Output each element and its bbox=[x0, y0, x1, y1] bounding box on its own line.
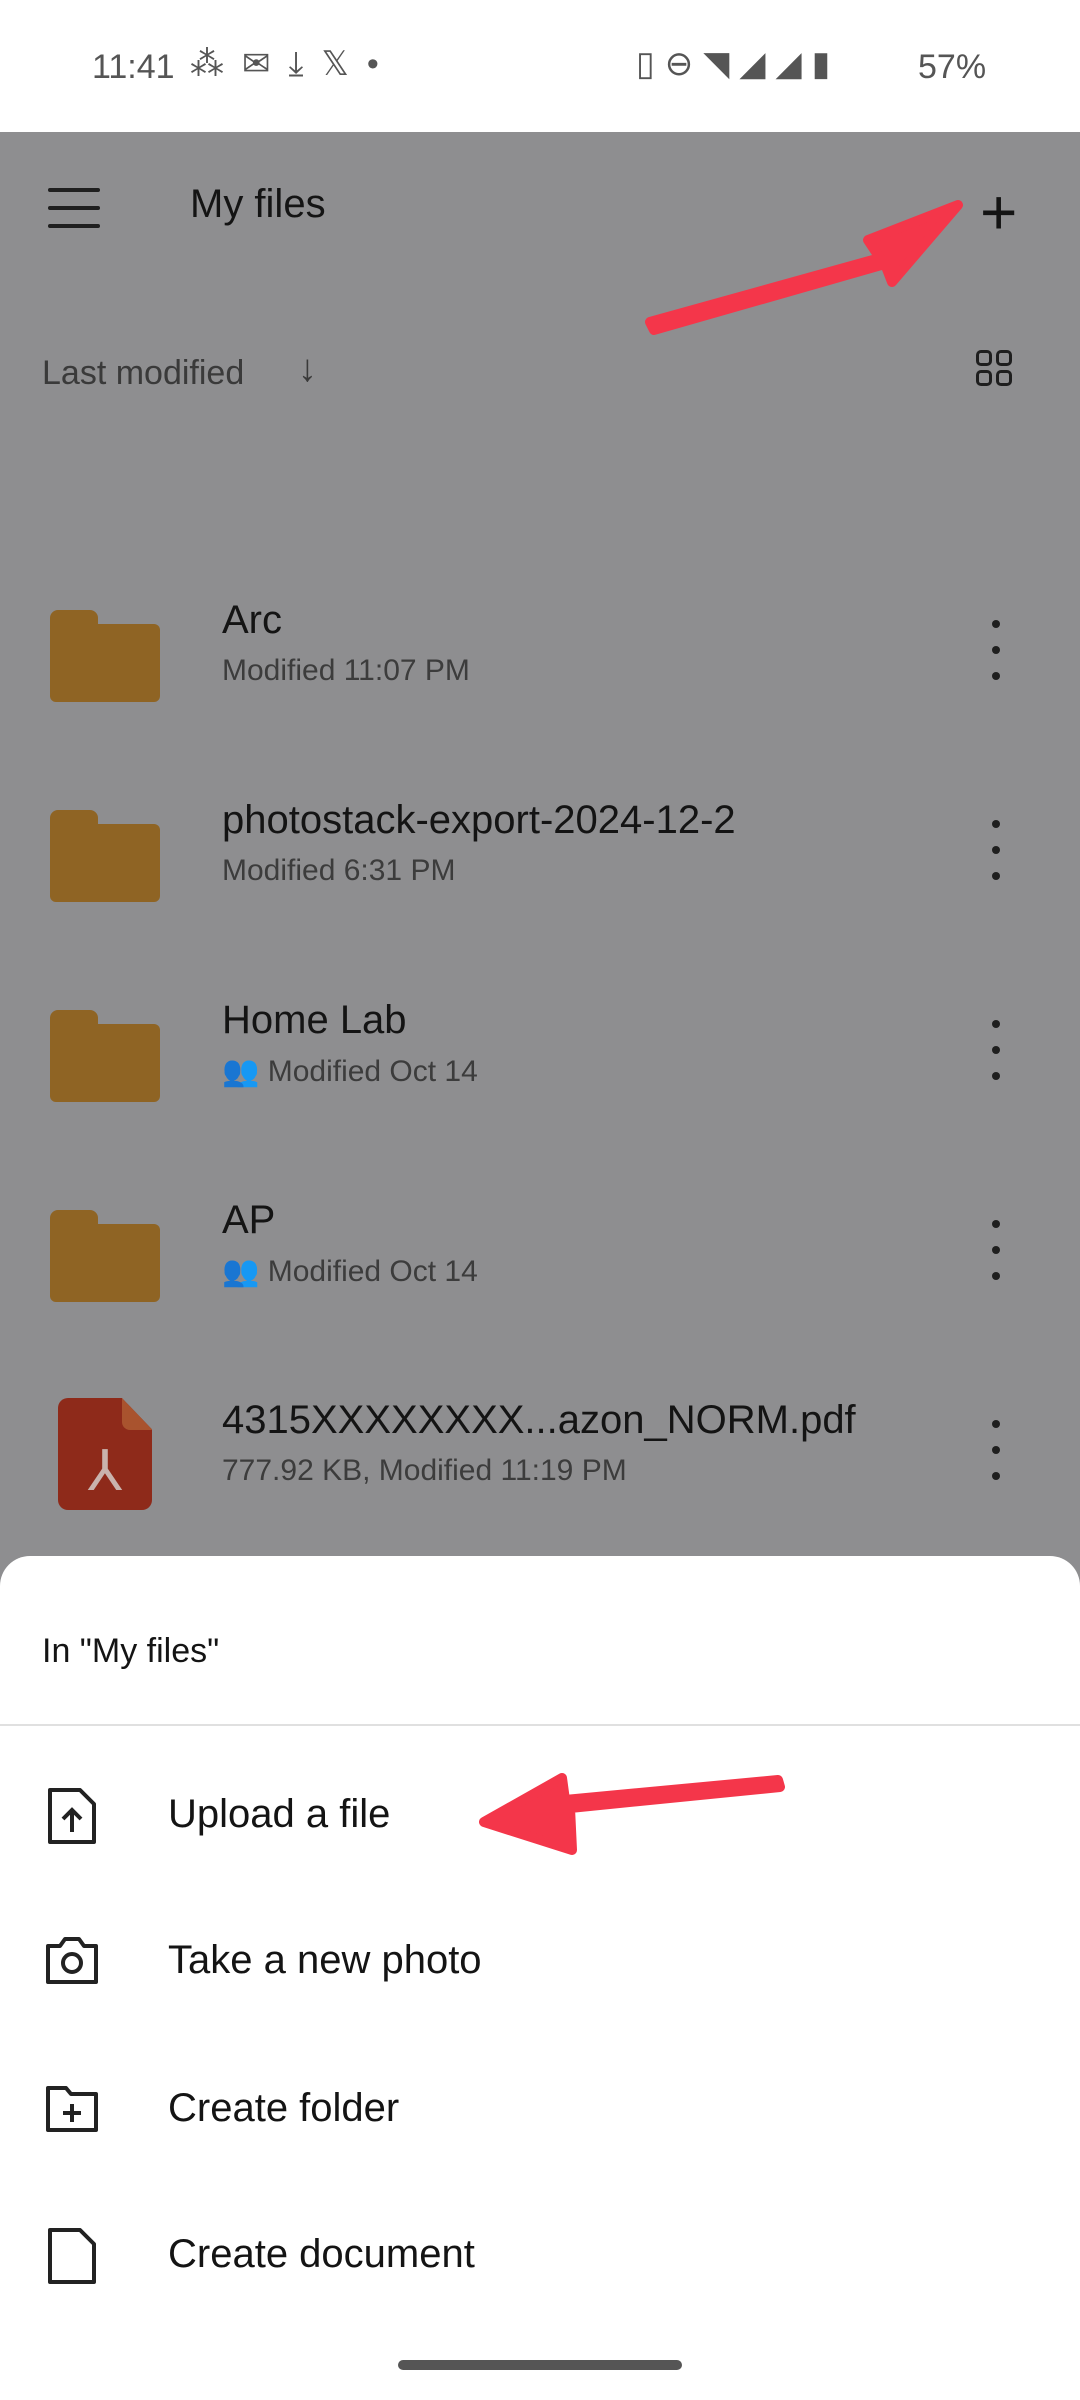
file-row[interactable]: ⅄ 4315XXXXXXXX...azon_NORM.pdf 777.92 KB, … bbox=[0, 1380, 1080, 1580]
folder-icon bbox=[50, 610, 160, 702]
file-meta: 👥 Modified Oct 14 bbox=[222, 1054, 478, 1089]
status-bar: 11:41 ⁂✉⤓𝕏• ▯⊖◥◢◢▮ 57% bbox=[0, 0, 1080, 132]
battery-percent: 57% bbox=[918, 48, 987, 86]
more-options-icon[interactable] bbox=[984, 1020, 1008, 1080]
more-options-icon[interactable] bbox=[984, 820, 1008, 880]
add-button[interactable]: + bbox=[980, 180, 1017, 244]
add-bottom-sheet: In "My files" Upload a file Take a new p… bbox=[0, 1556, 1080, 2400]
sort-label[interactable]: Last modified bbox=[42, 354, 244, 393]
file-name: AP bbox=[222, 1198, 276, 1242]
hamburger-icon[interactable] bbox=[48, 188, 100, 228]
file-meta-text: Modified Oct 14 bbox=[267, 1055, 478, 1088]
more-options-icon[interactable] bbox=[984, 620, 1008, 680]
file-name: 4315XXXXXXXX...azon_NORM.pdf bbox=[222, 1398, 856, 1442]
file-meta: 👥 Modified Oct 14 bbox=[222, 1254, 478, 1289]
sheet-title: In "My files" bbox=[42, 1632, 220, 1670]
shared-icon: 👥 bbox=[222, 1055, 268, 1088]
file-meta: Modified 11:07 PM bbox=[222, 654, 470, 688]
file-row[interactable]: Home Lab 👥 Modified Oct 14 bbox=[0, 980, 1080, 1180]
file-name: photostack-export-2024-12-2 bbox=[222, 798, 736, 842]
page-title: My files bbox=[190, 182, 326, 226]
divider bbox=[0, 1724, 1080, 1726]
file-meta-text: 777.92 KB, Modified 11:19 PM bbox=[222, 1454, 627, 1487]
create-folder-icon bbox=[46, 2086, 98, 2132]
home-indicator[interactable] bbox=[398, 2360, 682, 2370]
file-name: Arc bbox=[222, 598, 282, 642]
create-folder-option[interactable]: Create folder bbox=[0, 2036, 1080, 2176]
file-name: Home Lab bbox=[222, 998, 407, 1042]
system-icons: ▯⊖◥◢◢▮ bbox=[636, 45, 841, 83]
shared-icon: 👥 bbox=[222, 1255, 268, 1288]
upload-file-icon bbox=[48, 1788, 96, 1844]
file-meta-text: Modified 6:31 PM bbox=[222, 854, 456, 887]
option-label: Take a new photo bbox=[168, 1938, 482, 1982]
create-document-option[interactable]: Create document bbox=[0, 2182, 1080, 2322]
file-row[interactable]: photostack-export-2024-12-2 Modified 6:31… bbox=[0, 780, 1080, 980]
document-icon bbox=[48, 2228, 96, 2284]
option-label: Upload a file bbox=[168, 1792, 391, 1836]
folder-icon bbox=[50, 1210, 160, 1302]
file-row[interactable]: AP 👥 Modified Oct 14 bbox=[0, 1180, 1080, 1380]
notification-icons: ⁂✉⤓𝕏• bbox=[190, 45, 397, 83]
grid-view-icon[interactable] bbox=[976, 350, 1012, 386]
camera-icon bbox=[46, 1937, 98, 1984]
pdf-icon: ⅄ bbox=[58, 1398, 152, 1510]
option-label: Create folder bbox=[168, 2086, 400, 2130]
upload-file-option[interactable]: Upload a file bbox=[0, 1742, 1080, 1882]
option-label: Create document bbox=[168, 2232, 475, 2276]
file-meta: Modified 6:31 PM bbox=[222, 854, 455, 888]
file-meta-text: Modified 11:07 PM bbox=[222, 654, 470, 687]
more-options-icon[interactable] bbox=[984, 1420, 1008, 1480]
folder-icon bbox=[50, 810, 160, 902]
folder-icon bbox=[50, 1010, 160, 1102]
file-row[interactable]: Arc Modified 11:07 PM bbox=[0, 580, 1080, 780]
arrow-down-icon[interactable]: ↓ bbox=[298, 348, 317, 391]
file-meta: 777.92 KB, Modified 11:19 PM bbox=[222, 1454, 627, 1488]
status-time: 11:41 bbox=[92, 48, 175, 86]
take-photo-option[interactable]: Take a new photo bbox=[0, 1888, 1080, 2028]
file-meta-text: Modified Oct 14 bbox=[267, 1255, 478, 1288]
more-options-icon[interactable] bbox=[984, 1220, 1008, 1280]
